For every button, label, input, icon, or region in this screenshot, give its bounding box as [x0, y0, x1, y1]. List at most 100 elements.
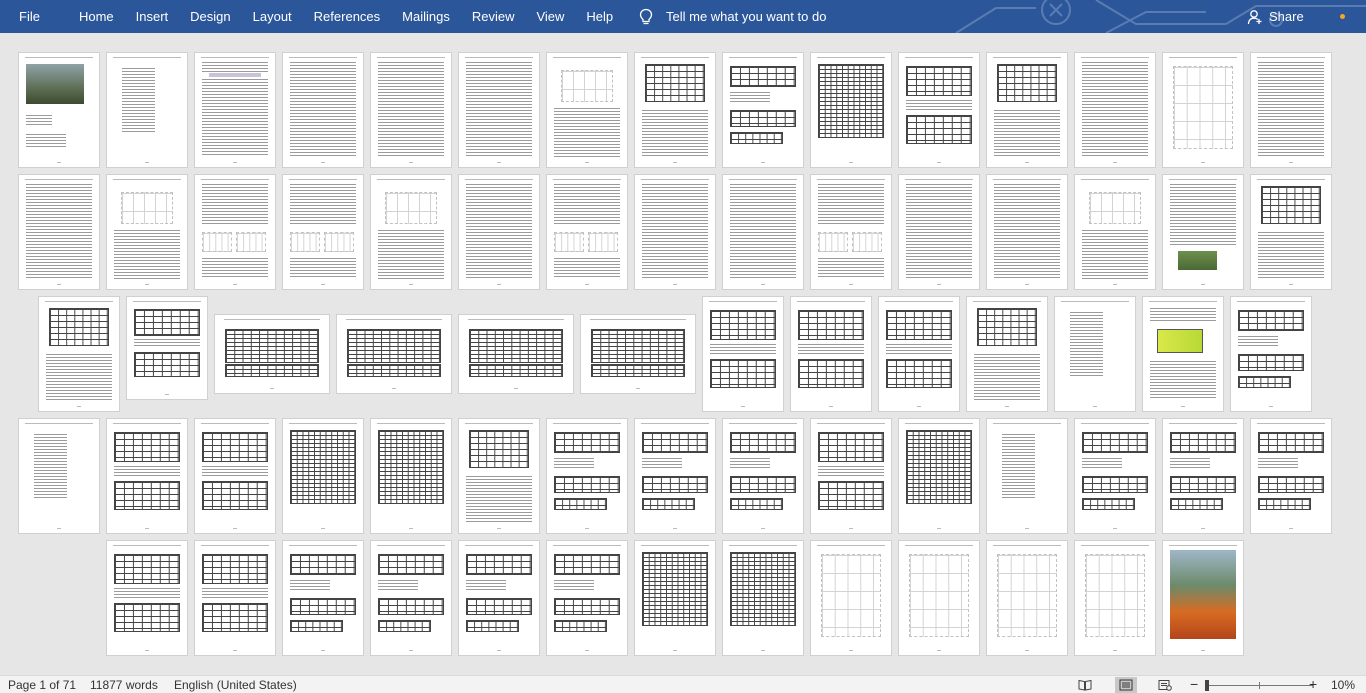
page-thumbnail[interactable]	[1162, 174, 1244, 290]
page-thumbnail[interactable]	[722, 418, 804, 534]
page-thumbnail[interactable]	[106, 52, 188, 168]
page-thumbnail[interactable]	[458, 174, 540, 290]
page-thumbnail[interactable]	[580, 314, 696, 394]
page-thumbnail[interactable]	[458, 314, 574, 394]
tab-design[interactable]: Design	[179, 0, 241, 33]
page-thumbnail[interactable]	[370, 52, 452, 168]
page-thumbnail[interactable]	[634, 174, 716, 290]
page-thumbnail[interactable]	[546, 540, 628, 656]
page-thumbnail[interactable]	[898, 174, 980, 290]
page-thumbnail[interactable]	[458, 52, 540, 168]
page-thumbnail[interactable]	[810, 174, 892, 290]
page-thumbnail[interactable]	[126, 296, 208, 400]
page-thumbnail[interactable]	[986, 52, 1068, 168]
tell-me-search[interactable]: Tell me what you want to do	[638, 0, 826, 33]
zoom-in-button[interactable]: +	[1309, 676, 1317, 692]
page-thumbnail[interactable]	[214, 314, 330, 394]
page-thumbnail[interactable]	[722, 52, 804, 168]
page-thumbnail[interactable]	[282, 52, 364, 168]
page-thumbnail[interactable]	[790, 296, 872, 412]
page-thumbnail[interactable]	[810, 418, 892, 534]
tab-home[interactable]: Home	[68, 0, 125, 33]
share-button[interactable]: Share	[1247, 0, 1304, 33]
zoom-level[interactable]: 10%	[1331, 678, 1355, 692]
page-thumbnail[interactable]	[546, 418, 628, 534]
zoom-slider-thumb[interactable]	[1205, 680, 1209, 691]
page-thumbnail[interactable]	[986, 174, 1068, 290]
page-thumbnail[interactable]	[878, 296, 960, 412]
page-thumbnail[interactable]	[458, 540, 540, 656]
page-thumbnail[interactable]	[370, 418, 452, 534]
page-thumbnail[interactable]	[722, 540, 804, 656]
page-header-line	[289, 179, 357, 180]
print-layout-button[interactable]	[1115, 677, 1137, 693]
tab-review[interactable]: Review	[461, 0, 526, 33]
page-thumbnail[interactable]	[966, 296, 1048, 412]
txt-block	[202, 466, 268, 476]
page-number-mark	[57, 162, 61, 163]
page-count[interactable]: Page 1 of 71	[8, 678, 76, 692]
page-thumbnail[interactable]	[38, 296, 120, 412]
page-thumbnail[interactable]	[282, 418, 364, 534]
tab-mailings[interactable]: Mailings	[391, 0, 461, 33]
page-thumbnail[interactable]	[1162, 418, 1244, 534]
page-thumbnail[interactable]	[1230, 296, 1312, 412]
tab-layout[interactable]: Layout	[242, 0, 303, 33]
page-thumbnail[interactable]	[370, 174, 452, 290]
page-thumbnail[interactable]	[986, 418, 1068, 534]
page-thumbnail[interactable]	[1054, 296, 1136, 412]
zoom-out-button[interactable]: −	[1190, 676, 1198, 692]
tab-references[interactable]: References	[303, 0, 391, 33]
page-thumbnail[interactable]	[810, 52, 892, 168]
page-thumbnail[interactable]	[546, 52, 628, 168]
page-number-mark	[673, 650, 677, 651]
page-thumbnail[interactable]	[282, 174, 364, 290]
page-thumbnail[interactable]	[810, 540, 892, 656]
page-thumbnail[interactable]	[458, 418, 540, 534]
page-thumbnail[interactable]	[106, 174, 188, 290]
page-thumbnail[interactable]	[1074, 174, 1156, 290]
page-thumbnail[interactable]	[898, 418, 980, 534]
page-thumbnail[interactable]	[194, 418, 276, 534]
tab-help[interactable]: Help	[575, 0, 624, 33]
page-thumbnail[interactable]	[634, 540, 716, 656]
page-thumbnail[interactable]	[370, 540, 452, 656]
page-thumbnail[interactable]	[18, 418, 100, 534]
page-thumbnail[interactable]	[634, 418, 716, 534]
page-thumbnail[interactable]	[336, 314, 452, 394]
page-thumbnail[interactable]	[898, 52, 980, 168]
web-layout-button[interactable]	[1154, 677, 1176, 693]
page-thumbnail[interactable]	[106, 418, 188, 534]
page-thumbnail[interactable]	[1142, 296, 1224, 412]
tab-insert[interactable]: Insert	[125, 0, 180, 33]
page-thumbnail[interactable]	[1162, 52, 1244, 168]
page-thumbnail[interactable]	[1162, 540, 1244, 656]
page-thumbnail[interactable]	[634, 52, 716, 168]
page-thumbnail[interactable]	[722, 174, 804, 290]
language[interactable]: English (United States)	[174, 678, 297, 692]
page-thumbnail[interactable]	[18, 52, 100, 168]
page-thumbnail[interactable]	[1250, 418, 1332, 534]
zoom-slider-track[interactable]	[1207, 685, 1313, 686]
page-thumbnail[interactable]	[1074, 540, 1156, 656]
page-thumbnail[interactable]	[898, 540, 980, 656]
page-thumbnail[interactable]	[1074, 52, 1156, 168]
page-thumbnail[interactable]	[986, 540, 1068, 656]
page-thumbnail[interactable]	[702, 296, 784, 412]
page-thumbnail[interactable]	[194, 52, 276, 168]
page-header-line	[289, 57, 357, 58]
page-thumbnail[interactable]	[1250, 52, 1332, 168]
page-thumbnail[interactable]	[1250, 174, 1332, 290]
page-thumbnail[interactable]	[1074, 418, 1156, 534]
tab-view[interactable]: View	[525, 0, 575, 33]
page-thumbnail[interactable]	[546, 174, 628, 290]
page-thumbnail[interactable]	[106, 540, 188, 656]
word-count[interactable]: 11877 words	[90, 678, 158, 692]
read-mode-button[interactable]	[1074, 677, 1096, 693]
tab-file[interactable]: File	[0, 0, 68, 33]
page-thumbnail[interactable]	[194, 174, 276, 290]
document-area[interactable]	[0, 33, 1366, 675]
page-thumbnail[interactable]	[18, 174, 100, 290]
page-thumbnail[interactable]	[282, 540, 364, 656]
page-thumbnail[interactable]	[194, 540, 276, 656]
